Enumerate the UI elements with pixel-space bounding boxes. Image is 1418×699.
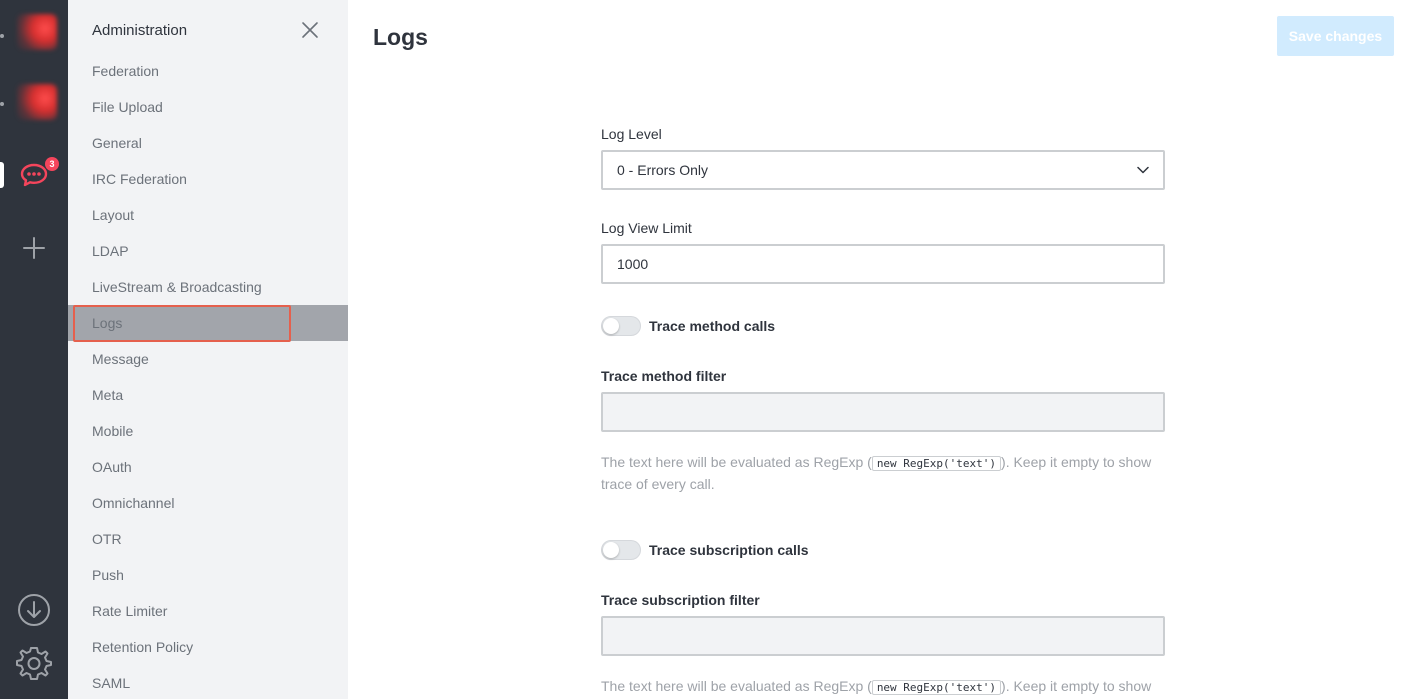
trace-subscription-filter-hint: The text here will be evaluated as RegEx…: [601, 676, 1165, 698]
toggle-knob: [603, 318, 619, 334]
trace-method-filter-input[interactable]: [601, 392, 1165, 432]
sidebar-item-oauth[interactable]: OAuth: [68, 449, 348, 485]
unread-dot: [0, 34, 4, 38]
toggle-knob: [603, 542, 619, 558]
page-title: Logs: [373, 24, 428, 50]
sidebar-item-meta[interactable]: Meta: [68, 377, 348, 413]
log-level-select[interactable]: 0 - Errors Only: [601, 150, 1165, 190]
trace-method-calls-label: Trace method calls: [649, 318, 776, 334]
unread-dot: [0, 102, 4, 106]
gear-icon[interactable]: [16, 645, 52, 681]
trace-subscription-calls-label: Trace subscription calls: [649, 542, 809, 558]
unread-badge: 3: [45, 157, 59, 171]
sidebar-item-irc-federation[interactable]: IRC Federation: [68, 161, 348, 197]
trace-subscription-filter-input[interactable]: [601, 616, 1165, 656]
trace-subscription-calls-toggle[interactable]: [601, 540, 641, 560]
active-workspace-indicator: [0, 162, 4, 188]
sidebar-item-omnichannel[interactable]: Omnichannel: [68, 485, 348, 521]
hint-text: The text here will be evaluated as RegEx…: [601, 678, 872, 694]
workspace-avatar[interactable]: [17, 84, 57, 120]
log-level-label: Log Level: [601, 126, 662, 142]
log-view-limit-input[interactable]: 1000: [601, 244, 1165, 284]
regexp-code: new RegExp('text'): [871, 456, 1002, 471]
plus-icon[interactable]: [22, 236, 46, 260]
sidebar-item-mobile[interactable]: Mobile: [68, 413, 348, 449]
sidebar-item-push[interactable]: Push: [68, 557, 348, 593]
workspace-avatar[interactable]: [17, 14, 57, 50]
admin-sidebar: Administration Federation File Upload Ge…: [68, 0, 348, 699]
log-view-limit-label: Log View Limit: [601, 220, 692, 236]
regexp-code: new RegExp('text'): [871, 680, 1002, 695]
trace-method-filter-hint: The text here will be evaluated as RegEx…: [601, 452, 1165, 494]
log-level-value: 0 - Errors Only: [617, 162, 709, 178]
app-rail: 3: [0, 0, 68, 699]
sidebar-item-saml[interactable]: SAML: [68, 665, 348, 699]
trace-method-filter-label: Trace method filter: [601, 368, 727, 384]
sidebar-menu: Federation File Upload General IRC Feder…: [68, 53, 348, 699]
sidebar-item-file-upload[interactable]: File Upload: [68, 89, 348, 125]
sidebar-item-ldap[interactable]: LDAP: [68, 233, 348, 269]
sidebar-item-federation[interactable]: Federation: [68, 53, 348, 89]
sidebar-heading: Administration: [92, 22, 188, 39]
chevron-down-icon: [1137, 166, 1149, 174]
sidebar-item-logs[interactable]: Logs: [68, 305, 348, 342]
download-icon[interactable]: [17, 593, 51, 627]
sidebar-item-otr[interactable]: OTR: [68, 521, 348, 557]
trace-subscription-filter-label: Trace subscription filter: [601, 592, 760, 608]
sidebar-item-general[interactable]: General: [68, 125, 348, 161]
save-changes-button[interactable]: Save changes: [1277, 16, 1394, 56]
sidebar-item-livestream[interactable]: LiveStream & Broadcasting: [68, 269, 348, 305]
hint-text: The text here will be evaluated as RegEx…: [601, 454, 872, 470]
sidebar-item-retention-policy[interactable]: Retention Policy: [68, 629, 348, 665]
sidebar-item-message[interactable]: Message: [68, 341, 348, 377]
sidebar-item-rate-limiter[interactable]: Rate Limiter: [68, 593, 348, 629]
sidebar-item-layout[interactable]: Layout: [68, 197, 348, 233]
close-icon[interactable]: [300, 20, 320, 40]
settings-panel: Logs Save changes Log Level 0 - Errors O…: [348, 0, 1418, 699]
trace-method-calls-toggle[interactable]: [601, 316, 641, 336]
hint-text: ). Keep it empty to show: [1001, 678, 1152, 694]
